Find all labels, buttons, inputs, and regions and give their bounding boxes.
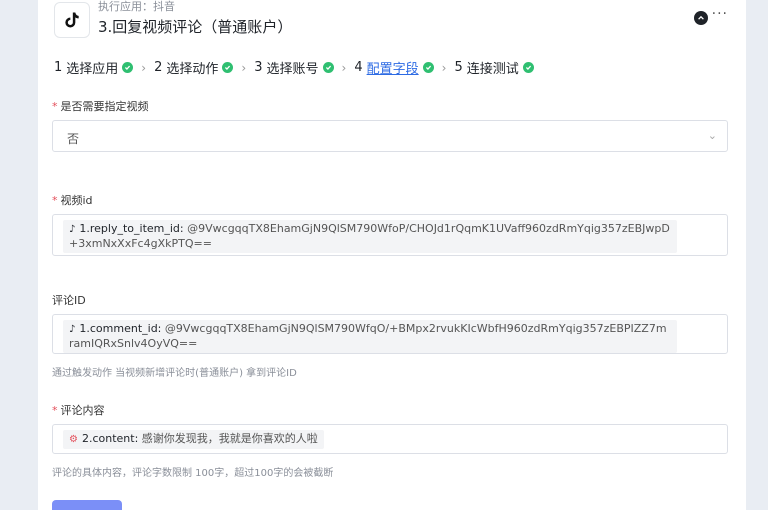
step-select-app[interactable]: 1 选择应用: [54, 58, 134, 77]
chevron-right-icon: ›: [341, 60, 347, 75]
more-icon[interactable]: ···: [712, 6, 728, 22]
tiktok-mini-icon: ♪: [69, 324, 76, 335]
content-label: * 评论内容: [52, 404, 105, 417]
check-icon: [122, 62, 134, 73]
tiktok-logo-icon: [54, 2, 90, 38]
video-id-input[interactable]: ♪ 1.reply_to_item_id: @9VwcgqqTX8EhamGjN9…: [52, 214, 728, 256]
action-title: 3.回复视频评论（普通账户）: [98, 18, 293, 36]
content-input[interactable]: ⚙ 2.content: 感谢你发现我，我就是你喜欢的人啦: [52, 424, 728, 454]
webhook-icon: ⚙: [69, 434, 78, 445]
video-id-label: * 视频id: [52, 194, 93, 207]
specify-video-label: * 是否需要指定视频: [52, 100, 149, 113]
content-hint: 评论的具体内容，评论字数限制 100字，超过100字的会被截断: [52, 468, 334, 479]
check-icon: [322, 62, 334, 73]
save-button[interactable]: [52, 500, 122, 510]
check-icon: [422, 62, 434, 73]
specify-video-value: 否: [67, 132, 80, 146]
step-navigation: 1 选择应用 › 2 选择动作 › 3 选择账号 › 4 配置字段 › 5 连接…: [54, 58, 534, 77]
video-id-token[interactable]: ♪ 1.reply_to_item_id: @9VwcgqqTX8EhamGjN9…: [63, 220, 677, 253]
exec-app-label: 执行应用：抖音: [98, 0, 175, 13]
comment-id-hint: 通过触发动作 当视频新增评论时(普通账户) 拿到评论ID: [52, 368, 297, 379]
comment-id-label: 评论ID: [52, 294, 86, 307]
step-configure-fields[interactable]: 4 配置字段: [354, 58, 434, 77]
comment-id-input[interactable]: ♪ 1.comment_id: @9VwcgqqTX8EhamGjN9QlSM79…: [52, 314, 728, 354]
chevron-up-icon[interactable]: [694, 11, 708, 25]
config-panel: 执行应用：抖音 3.回复视频评论（普通账户） ··· 1 选择应用 › 2 选择…: [38, 0, 746, 510]
chevron-right-icon: ›: [241, 60, 247, 75]
check-icon: [522, 62, 534, 73]
chevron-down-icon: ⌄: [707, 129, 717, 142]
specify-video-select[interactable]: 否 ⌄: [52, 120, 728, 152]
action-header: 执行应用：抖音 3.回复视频评论（普通账户） ···: [52, 0, 732, 44]
chevron-right-icon: ›: [141, 60, 147, 75]
step-select-account[interactable]: 3 选择账号: [254, 58, 334, 77]
chevron-right-icon: ›: [441, 60, 447, 75]
content-token[interactable]: ⚙ 2.content: 感谢你发现我，我就是你喜欢的人啦: [63, 430, 324, 449]
step-select-action[interactable]: 2 选择动作: [154, 58, 234, 77]
step-connection-test[interactable]: 5 连接测试: [454, 58, 534, 77]
check-icon: [222, 62, 234, 73]
tiktok-mini-icon: ♪: [69, 224, 76, 235]
comment-id-token[interactable]: ♪ 1.comment_id: @9VwcgqqTX8EhamGjN9QlSM79…: [63, 320, 677, 353]
